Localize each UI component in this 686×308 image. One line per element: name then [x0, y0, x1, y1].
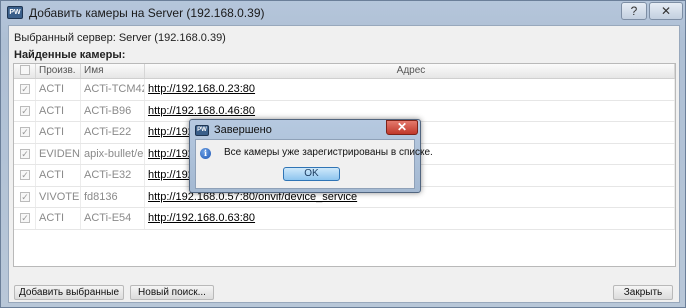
table-header: Произв. Имя Адрес [14, 64, 675, 79]
help-button[interactable]: ? [621, 2, 647, 20]
select-all-checkbox[interactable] [20, 65, 30, 76]
vendor-cell: VIVOTEK [36, 186, 81, 207]
dialog-close-button[interactable]: ✕ [386, 120, 418, 135]
dialog-body: i Все камеры уже зарегистрированы в спис… [195, 139, 433, 189]
add-selected-button[interactable]: Добавить выбранные [14, 285, 124, 300]
address-link[interactable]: http://192.168.0.63:80 [145, 208, 675, 229]
found-cameras-label: Найденные камеры: [14, 49, 126, 61]
row-checkbox-cell[interactable]: ✓ [14, 165, 36, 186]
vendor-cell: ACTI [36, 100, 81, 121]
row-checkbox-cell[interactable]: ✓ [14, 79, 36, 100]
title-bar: PW Добавить камеры на Server (192.168.0.… [1, 1, 685, 25]
checked-checkbox[interactable]: ✓ [20, 105, 30, 116]
row-checkbox-cell[interactable]: ✓ [14, 208, 36, 229]
completed-dialog: PW Завершено ✕ i Все камеры уже зарегист… [189, 119, 433, 193]
ok-button[interactable]: OK [283, 167, 340, 181]
info-icon: i [200, 148, 211, 159]
close-button[interactable]: Закрыть [613, 285, 673, 300]
vendor-cell: ACTI [36, 122, 81, 143]
checked-checkbox[interactable]: ✓ [20, 170, 30, 181]
table-row[interactable]: ✓ ACTI ACTi-TCM4201 http://192.168.0.23:… [14, 79, 675, 101]
dialog-title: Завершено [214, 124, 272, 136]
model-cell: ACTi-E54 [81, 208, 145, 229]
checked-checkbox[interactable]: ✓ [20, 213, 30, 224]
address-link[interactable]: http://192.168.0.23:80 [145, 79, 675, 100]
model-cell: fd8136 [81, 186, 145, 207]
row-checkbox-cell[interactable]: ✓ [14, 122, 36, 143]
new-search-button[interactable]: Новый поиск... [130, 285, 214, 300]
model-cell: apix-bullet/e3 [81, 143, 145, 164]
app-icon: PW [7, 6, 23, 19]
header-vendor[interactable]: Произв. [36, 64, 81, 78]
address-link[interactable]: http://192.168.0.46:80 [145, 100, 675, 121]
checked-checkbox[interactable]: ✓ [20, 127, 30, 138]
model-cell: ACTi-E22 [81, 122, 145, 143]
selected-server-label: Выбранный сервер: Server (192.168.0.39) [14, 32, 226, 44]
row-checkbox-cell[interactable]: ✓ [14, 186, 36, 207]
dialog-app-icon: PW [195, 125, 209, 136]
vendor-cell: EVIDENCE [36, 143, 81, 164]
checked-checkbox[interactable]: ✓ [20, 191, 30, 202]
add-cameras-window: PW Добавить камеры на Server (192.168.0.… [0, 0, 686, 308]
vendor-cell: ACTI [36, 165, 81, 186]
model-cell: ACTi-B96 [81, 100, 145, 121]
header-address[interactable]: Адрес [145, 64, 675, 78]
window-title: Добавить камеры на Server (192.168.0.39) [29, 6, 265, 20]
window-close-button[interactable]: ✕ [649, 2, 683, 20]
model-cell: ACTi-TCM4201 [81, 79, 145, 100]
checked-checkbox[interactable]: ✓ [20, 84, 30, 95]
row-checkbox-cell[interactable]: ✓ [14, 143, 36, 164]
header-select-all[interactable] [14, 64, 36, 78]
vendor-cell: ACTI [36, 79, 81, 100]
vendor-cell: ACTI [36, 208, 81, 229]
checked-checkbox[interactable]: ✓ [20, 148, 30, 159]
header-name[interactable]: Имя [81, 64, 145, 78]
row-checkbox-cell[interactable]: ✓ [14, 100, 36, 121]
model-cell: ACTi-E32 [81, 165, 145, 186]
dialog-message: Все камеры уже зарегистрированы в списке… [224, 147, 433, 158]
table-row[interactable]: ✓ ACTI ACTi-E54 http://192.168.0.63:80 [14, 208, 675, 230]
